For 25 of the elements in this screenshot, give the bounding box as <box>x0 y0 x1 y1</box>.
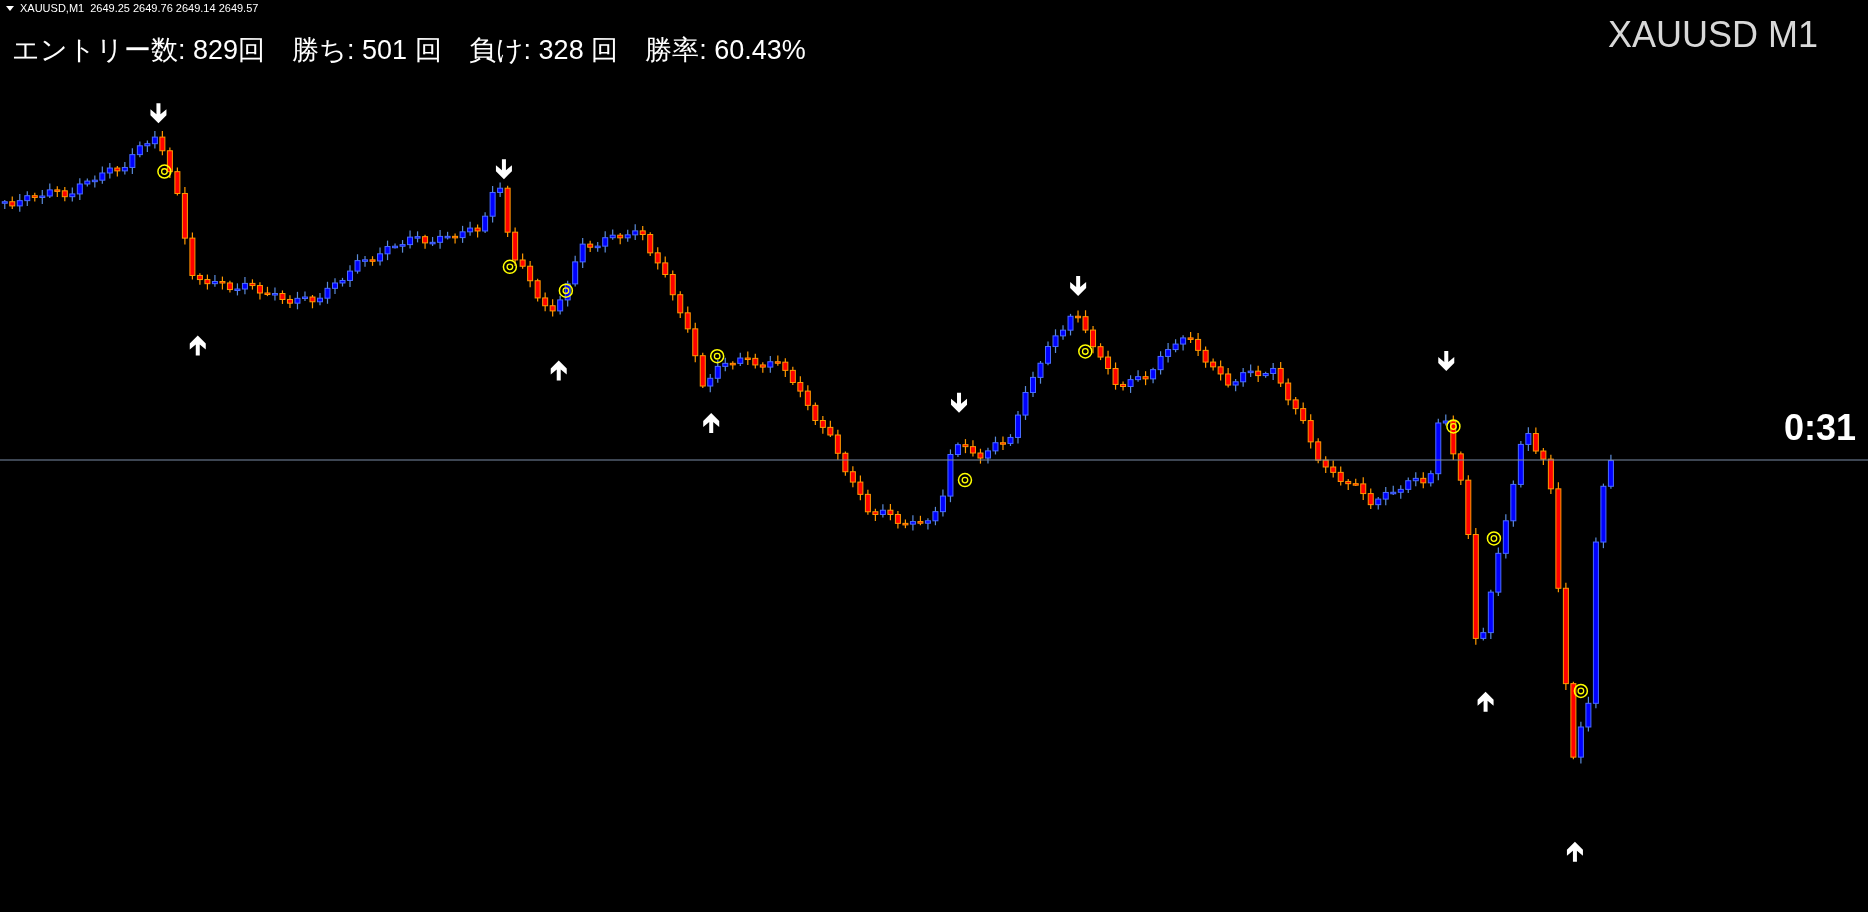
up-arrow-icon <box>1477 691 1494 712</box>
trade-statistics: エントリー数: 829回 勝ち: 501 回 負け: 328 回 勝率: 60.43% <box>12 34 806 67</box>
price-values: 2649.25 2649.76 2649.14 2649.57 <box>90 2 259 14</box>
target-icon <box>1573 683 1589 699</box>
target-icon <box>1486 531 1502 546</box>
target-icon <box>957 472 973 488</box>
target-icon <box>1078 344 1093 359</box>
target-icon <box>1446 419 1461 434</box>
up-arrow-icon <box>550 360 567 381</box>
up-arrow-icon <box>189 335 206 356</box>
candle-countdown: 0:31 <box>1783 407 1856 449</box>
dropdown-triangle-icon[interactable] <box>6 5 14 11</box>
down-arrow-icon <box>951 392 967 413</box>
down-arrow-icon <box>150 103 167 124</box>
symbol-name: XAUUSD,M1 <box>20 2 85 14</box>
up-arrow-icon <box>1566 841 1583 862</box>
target-icon <box>558 283 574 298</box>
down-arrow-icon <box>495 159 512 180</box>
target-icon <box>709 348 725 364</box>
target-icon <box>502 259 518 275</box>
target-icon <box>157 164 172 179</box>
down-arrow-icon <box>1438 350 1455 371</box>
up-arrow-icon <box>703 412 720 433</box>
down-arrow-icon <box>1070 275 1087 296</box>
symbol-timeframe-label: XAUUSD M1 <box>1607 14 1818 56</box>
